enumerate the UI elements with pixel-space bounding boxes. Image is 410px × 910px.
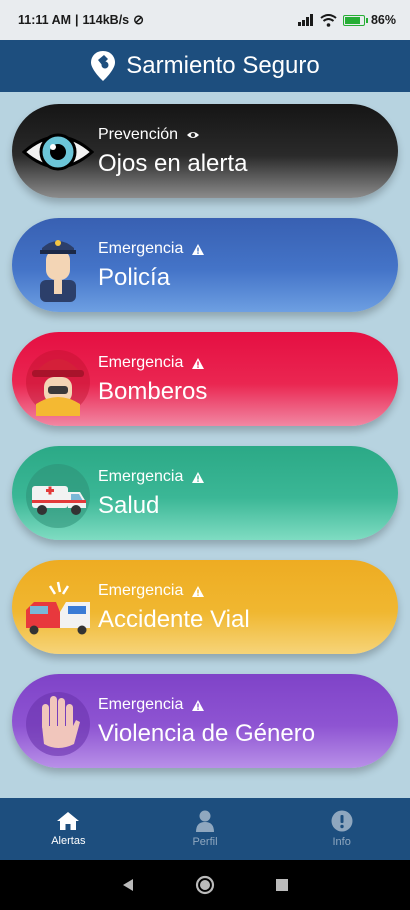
status-separator: | bbox=[75, 13, 79, 27]
status-bar: 11:11 AM | 114kB/s ⊘ 86% bbox=[0, 0, 410, 40]
card-title: Salud bbox=[98, 492, 160, 519]
nav-label: Info bbox=[332, 836, 351, 848]
card-policia[interactable]: Emergencia Policía bbox=[12, 218, 398, 312]
card-salud[interactable]: Emergencia Salud bbox=[12, 446, 398, 540]
nav-label: Alertas bbox=[51, 835, 86, 847]
battery-fill bbox=[344, 16, 361, 24]
recents-icon[interactable] bbox=[275, 878, 289, 892]
nav-info[interactable]: Info bbox=[273, 798, 410, 860]
card-title: Violencia de Género bbox=[98, 720, 316, 747]
wifi-icon bbox=[320, 13, 337, 27]
car-crash-icon bbox=[22, 572, 94, 644]
eye-icon bbox=[21, 116, 95, 188]
eye-small-icon bbox=[187, 132, 200, 138]
battery-icon bbox=[342, 14, 368, 26]
home-circle-icon[interactable] bbox=[195, 875, 215, 895]
warning-icon bbox=[192, 357, 205, 369]
battery-indicator: 86% bbox=[342, 13, 396, 27]
card-category: Emergencia bbox=[98, 582, 205, 600]
warning-icon bbox=[192, 243, 205, 255]
app-title: Sarmiento Seguro bbox=[126, 52, 320, 79]
card-category: Emergencia bbox=[98, 354, 205, 372]
back-icon[interactable] bbox=[121, 878, 135, 892]
card-accidente-vial[interactable]: Emergencia Accidente Vial bbox=[12, 560, 398, 654]
status-speed: 114kB/s bbox=[82, 13, 130, 27]
user-icon bbox=[196, 810, 214, 832]
bottom-navigation: Alertas Perfil Info bbox=[0, 798, 410, 860]
warning-icon bbox=[192, 699, 205, 711]
info-icon bbox=[331, 810, 353, 832]
card-bomberos[interactable]: Emergencia Bomberos bbox=[12, 332, 398, 426]
nav-label: Perfil bbox=[192, 836, 218, 848]
stop-hand-icon bbox=[22, 686, 94, 758]
nav-perfil[interactable]: Perfil bbox=[137, 798, 274, 860]
location-pin-logo-icon bbox=[91, 51, 116, 81]
card-title: Ojos en alerta bbox=[98, 150, 248, 177]
app-header: Sarmiento Seguro bbox=[0, 40, 410, 92]
card-category: Emergencia bbox=[98, 240, 205, 258]
home-icon bbox=[57, 812, 80, 830]
status-time: 11:11 AM bbox=[18, 13, 72, 27]
warning-icon bbox=[192, 471, 205, 483]
card-title: Accidente Vial bbox=[98, 606, 250, 633]
card-category: Emergencia bbox=[98, 468, 205, 486]
card-title: Policía bbox=[98, 264, 171, 291]
firefighter-icon bbox=[22, 344, 94, 416]
ambulance-icon bbox=[22, 458, 94, 530]
nav-alertas[interactable]: Alertas bbox=[0, 798, 137, 860]
card-category: Prevención bbox=[98, 126, 200, 144]
card-ojos-en-alerta[interactable]: Prevención Ojos en alerta bbox=[12, 104, 398, 198]
police-icon bbox=[22, 230, 94, 302]
signal-icon bbox=[297, 14, 313, 26]
card-violencia-de-genero[interactable]: Emergencia Violencia de Género bbox=[12, 674, 398, 768]
warning-icon bbox=[192, 585, 205, 597]
system-navigation-bar bbox=[0, 860, 410, 910]
card-category: Emergencia bbox=[98, 696, 205, 714]
battery-percent: 86% bbox=[370, 13, 396, 27]
sync-icon: ⊘ bbox=[133, 12, 145, 27]
card-title: Bomberos bbox=[98, 378, 208, 405]
